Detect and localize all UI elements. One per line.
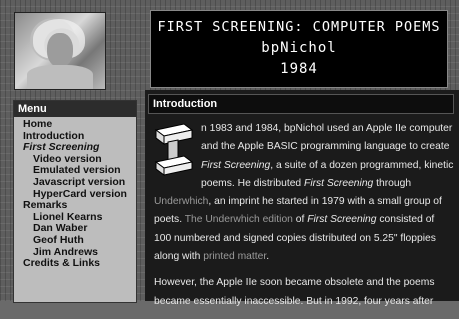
printed-matter-link[interactable]: printed matter bbox=[203, 251, 266, 262]
publication-year: 1984 bbox=[280, 61, 318, 77]
author-portrait-photo bbox=[14, 12, 106, 90]
portrait-shirt bbox=[27, 65, 93, 89]
work-title: First Screening bbox=[201, 159, 271, 171]
intro-paragraph-1: n 1983 and 1984, bpNichol used an Apple … bbox=[154, 120, 454, 266]
menu-list: Home Introduction First Screening Video ver… bbox=[14, 117, 136, 270]
work-title: First Screening bbox=[307, 214, 377, 226]
author-name: bpNichol bbox=[261, 40, 337, 56]
text-span: . bbox=[266, 251, 270, 263]
content-panel: Introduction n 1983 and 1984, bpNichol u… bbox=[145, 90, 459, 307]
dropcap-i-icon bbox=[154, 123, 194, 176]
menu-item-javascript-version[interactable]: Javascript version bbox=[14, 176, 136, 189]
text-span: n 1983 and 1984, bpNichol used an Apple … bbox=[201, 123, 453, 153]
underwhich-link[interactable]: Underwhich bbox=[154, 196, 208, 207]
menu-heading: Menu bbox=[14, 101, 136, 117]
menu-item-geof-huth[interactable]: Geof Huth bbox=[14, 234, 136, 247]
menu-item-home[interactable]: Home bbox=[14, 118, 136, 131]
underwhich-edition-link[interactable]: The Underwhich edition bbox=[185, 214, 293, 225]
work-title: First Screening bbox=[304, 177, 374, 189]
menu-item-remarks[interactable]: Remarks bbox=[14, 200, 136, 212]
menu-item-credits-links[interactable]: Credits & Links bbox=[14, 258, 136, 270]
text-span: of bbox=[292, 214, 308, 226]
section-heading: Introduction bbox=[148, 94, 454, 114]
intro-paragraph-2: However, the Apple IIe soon became obsol… bbox=[154, 277, 435, 307]
side-menu: Menu Home Introduction First Screening Vide… bbox=[13, 100, 137, 303]
title-banner: FIRST SCREENING: COMPUTER POEMS bpNichol… bbox=[150, 10, 448, 88]
text-span: through bbox=[373, 177, 412, 189]
page-title: FIRST SCREENING: COMPUTER POEMS bbox=[157, 19, 441, 35]
intro-text: n 1983 and 1984, bpNichol used an Apple … bbox=[154, 120, 454, 319]
portrait-face bbox=[47, 33, 73, 67]
